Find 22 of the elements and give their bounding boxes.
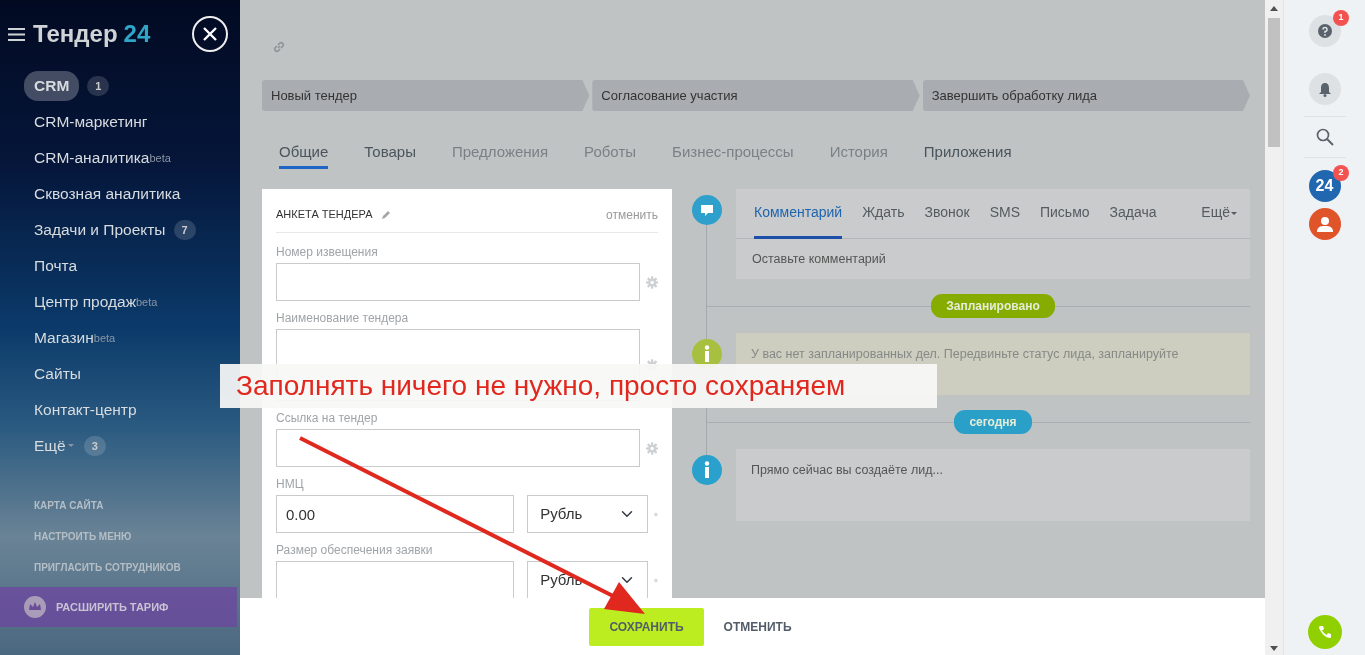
beta-label: beta <box>136 294 158 308</box>
notification-badge: 2 <box>1333 165 1349 181</box>
field-label: НМЦ <box>276 476 305 493</box>
annotation-tooltip: Заполнять ничего не нужно, просто сохраняем <box>220 364 937 408</box>
upgrade-label: РАСШИРИТЬ ТАРИФ <box>56 599 169 615</box>
counter-badge: 1 <box>87 75 110 97</box>
field-label: Размер обеспечения заявки <box>276 542 434 559</box>
counter-badge: 7 <box>173 219 196 241</box>
field-label: Наименование тендера <box>276 310 410 327</box>
date-badge: сегодня <box>954 410 1032 434</box>
note-text: Прямо сейчас вы создаёте лид... <box>751 463 943 477</box>
field-label: Номер извещения <box>276 244 379 261</box>
counter-badge: 3 <box>83 435 106 457</box>
notification-badge: 1 <box>1333 10 1349 26</box>
date-badge: Запланировано <box>931 294 1055 318</box>
beta-label: beta <box>93 330 116 346</box>
beta-label: beta <box>149 150 171 166</box>
form-title: АНКЕТА ТЕНДЕРА <box>276 207 373 223</box>
logo-number: 24 <box>123 19 151 49</box>
field-label: Ссылка на тендер <box>276 410 379 427</box>
note-text: У вас нет запланированных дел. Передвиньте статус лида, запланируйте <box>751 347 1179 361</box>
logo-text: Тендер <box>33 19 118 49</box>
